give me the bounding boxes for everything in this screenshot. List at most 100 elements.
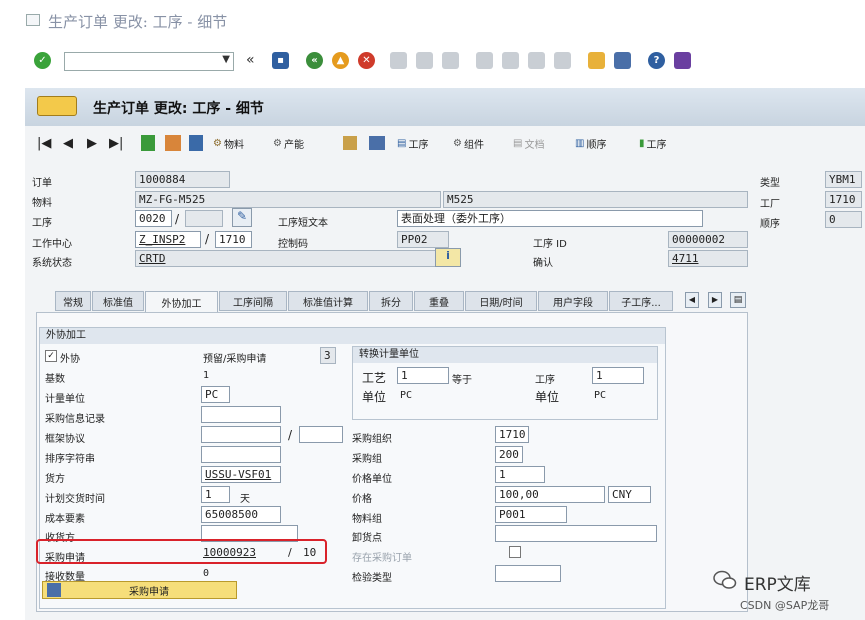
purch-org-label: 采购组织: [352, 434, 392, 445]
prev-page-icon[interactable]: [502, 52, 519, 69]
cost-element-field[interactable]: 65008500: [201, 506, 281, 523]
list-icon[interactable]: [189, 135, 203, 151]
tab-external-processing[interactable]: 外协加工: [145, 291, 218, 313]
op-text-field[interactable]: 表面处理（委外工序）: [397, 210, 703, 227]
material-field[interactable]: MZ-FG-M525: [135, 191, 441, 208]
unload-field[interactable]: [495, 525, 657, 542]
back-icon[interactable]: «: [306, 52, 323, 69]
layout-icon[interactable]: [674, 52, 691, 69]
next-page-icon[interactable]: [528, 52, 545, 69]
delivery-field[interactable]: 1: [201, 486, 230, 503]
op-id-field[interactable]: 00000002: [668, 231, 748, 248]
capacity-button[interactable]: ⚙ 产能: [273, 136, 304, 151]
prev-op-icon[interactable]: ◀: [63, 136, 73, 151]
status-field[interactable]: CRTD: [135, 250, 441, 267]
tab-interoperation[interactable]: 工序间隔: [219, 291, 287, 311]
tab-list-icon[interactable]: ▤: [730, 292, 746, 308]
purchase-requisition-button[interactable]: 采购申请: [42, 581, 237, 599]
first-op-icon[interactable]: |◀: [37, 136, 51, 151]
po-exists-checkbox[interactable]: [509, 546, 521, 558]
sort-field[interactable]: [201, 446, 281, 463]
command-field[interactable]: ▼: [64, 52, 234, 71]
workcenter-field[interactable]: Z_INSP2: [135, 231, 201, 248]
seq-field[interactable]: 0: [825, 211, 862, 228]
shortcut-icon[interactable]: [614, 52, 631, 69]
pr-field[interactable]: 3: [320, 347, 336, 364]
calendar-icon[interactable]: [165, 135, 181, 151]
price-field[interactable]: 100,00: [495, 486, 605, 503]
material-group-field[interactable]: P001: [495, 506, 567, 523]
workcenter-plant-field[interactable]: 1710: [215, 231, 252, 248]
material-desc-field[interactable]: M525: [443, 191, 748, 208]
suboperation-field[interactable]: [185, 210, 223, 227]
delivery-unit: 天: [240, 494, 250, 505]
currency-field[interactable]: CNY: [608, 486, 651, 503]
unit-field[interactable]: PC: [201, 386, 230, 403]
exit-icon[interactable]: ▲: [332, 52, 349, 69]
last-page-icon[interactable]: [554, 52, 571, 69]
seq-label: 顺序: [760, 219, 780, 230]
insp-type-field[interactable]: [495, 565, 561, 582]
enter-icon[interactable]: ✓: [34, 52, 51, 69]
sequence-button[interactable]: ▥ 顺序: [575, 136, 606, 151]
first-page-icon[interactable]: [476, 52, 493, 69]
unload-label: 卸货点: [352, 533, 382, 544]
conv-op2-field[interactable]: 1: [592, 367, 644, 384]
window-menu-icon[interactable]: [26, 14, 40, 26]
chevron-down-icon[interactable]: ▼: [222, 54, 230, 65]
order-field[interactable]: 1000884: [135, 171, 230, 188]
plant-field[interactable]: 1710: [825, 191, 862, 208]
type-field[interactable]: YBM1: [825, 171, 862, 188]
control-key-label: 控制码: [278, 239, 308, 250]
save-icon[interactable]: ▪: [272, 52, 289, 69]
purch-org-field[interactable]: 1710: [495, 426, 529, 443]
tree-icon[interactable]: [343, 136, 357, 150]
tab-scroll-right-icon[interactable]: ▶: [708, 292, 722, 308]
tab-std-value-calc[interactable]: 标准值计算: [288, 291, 368, 311]
help-icon[interactable]: ?: [648, 52, 665, 69]
edit-text-icon[interactable]: ✎: [232, 208, 252, 227]
operation-button[interactable]: ▤ 工序: [397, 136, 428, 151]
purch-group-label: 采购组: [352, 454, 382, 465]
collapse-icon[interactable]: «: [246, 52, 255, 68]
purch-group-field[interactable]: 200: [495, 446, 523, 463]
print-icon[interactable]: [390, 52, 407, 69]
tab-sub-operations[interactable]: 子工序...: [609, 291, 673, 311]
find-icon[interactable]: [416, 52, 433, 69]
conv-unit2-value: PC: [594, 390, 607, 401]
next-op-icon[interactable]: ▶: [87, 136, 97, 151]
tab-standard-values[interactable]: 标准值: [92, 291, 144, 311]
ext-checkbox[interactable]: ✓: [45, 350, 57, 362]
tab-general[interactable]: 常规: [55, 291, 91, 311]
contract-field[interactable]: [201, 426, 281, 443]
slash-separator-2: /: [205, 232, 210, 246]
flag-icon[interactable]: [141, 135, 155, 151]
tab-dates[interactable]: 日期/时间: [465, 291, 537, 311]
last-op-icon[interactable]: ▶|: [109, 136, 123, 151]
info-record-field[interactable]: [201, 406, 281, 423]
vendor-field[interactable]: USSU-VSF01: [201, 466, 281, 483]
op-id-label: 工序 ID: [533, 239, 567, 250]
info-record-label: 采购信息记录: [45, 414, 105, 425]
operation2-button[interactable]: ▮ 工序: [639, 136, 667, 151]
print-order-icon[interactable]: [369, 136, 385, 150]
component-button[interactable]: ⚙ 组件: [453, 136, 484, 151]
conv-op2-label: 工序: [535, 375, 555, 386]
cancel-icon[interactable]: ✕: [358, 52, 375, 69]
info-icon[interactable]: i: [435, 248, 461, 267]
confirm-field[interactable]: 4711: [668, 250, 748, 267]
tab-user-fields[interactable]: 用户字段: [538, 291, 608, 311]
tab-overlap[interactable]: 重叠: [414, 291, 464, 311]
document-button[interactable]: ▤ 文档: [513, 136, 544, 151]
contract-label: 框架协议: [45, 434, 85, 445]
price-unit-field[interactable]: 1: [495, 466, 545, 483]
contract-item-field[interactable]: [299, 426, 343, 443]
conv-op-field[interactable]: 1: [397, 367, 449, 384]
operation-field[interactable]: 0020: [135, 210, 172, 227]
tab-split[interactable]: 拆分: [369, 291, 413, 311]
find-next-icon[interactable]: [442, 52, 459, 69]
material-button[interactable]: ⚙ 物料: [213, 136, 244, 151]
tab-scroll-left-icon[interactable]: ◀: [685, 292, 699, 308]
new-session-icon[interactable]: [588, 52, 605, 69]
control-key-field[interactable]: PP02: [397, 231, 449, 248]
